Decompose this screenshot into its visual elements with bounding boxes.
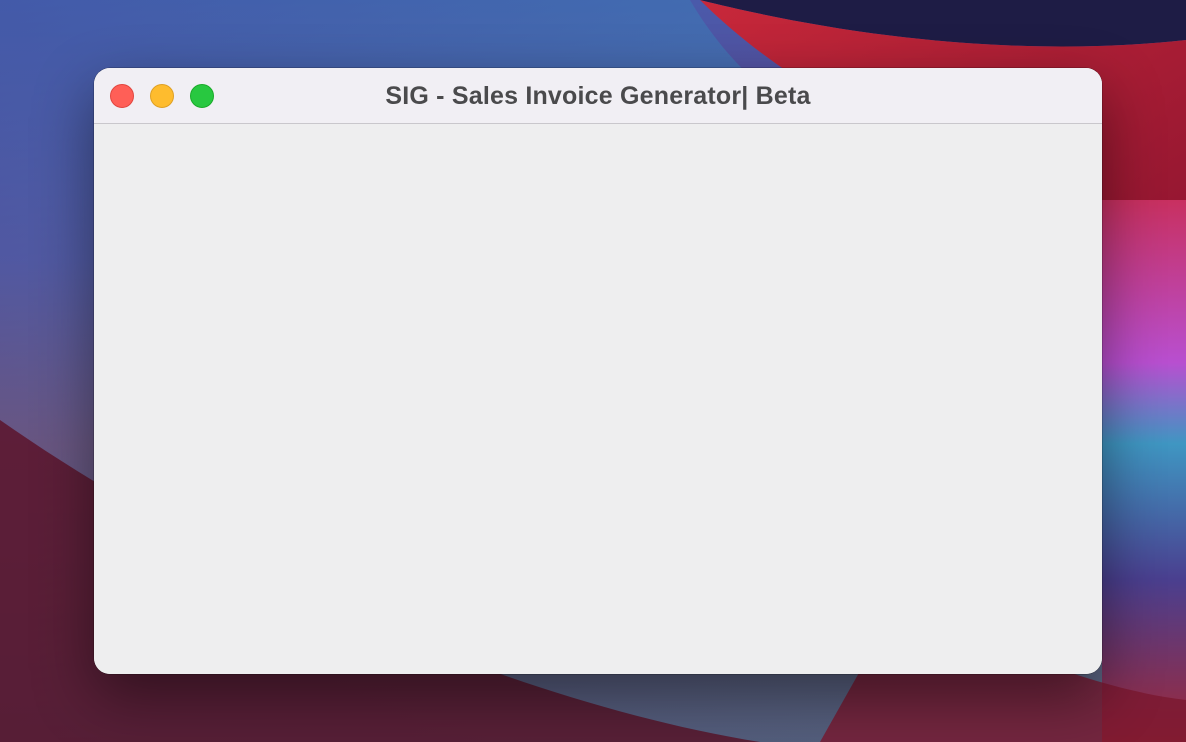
title-bar[interactable]: SIG - Sales Invoice Generator| Beta	[94, 68, 1102, 124]
app-window: SIG - Sales Invoice Generator| Beta	[94, 68, 1102, 674]
window-title: SIG - Sales Invoice Generator| Beta	[385, 82, 811, 110]
window-content-area	[94, 124, 1102, 674]
